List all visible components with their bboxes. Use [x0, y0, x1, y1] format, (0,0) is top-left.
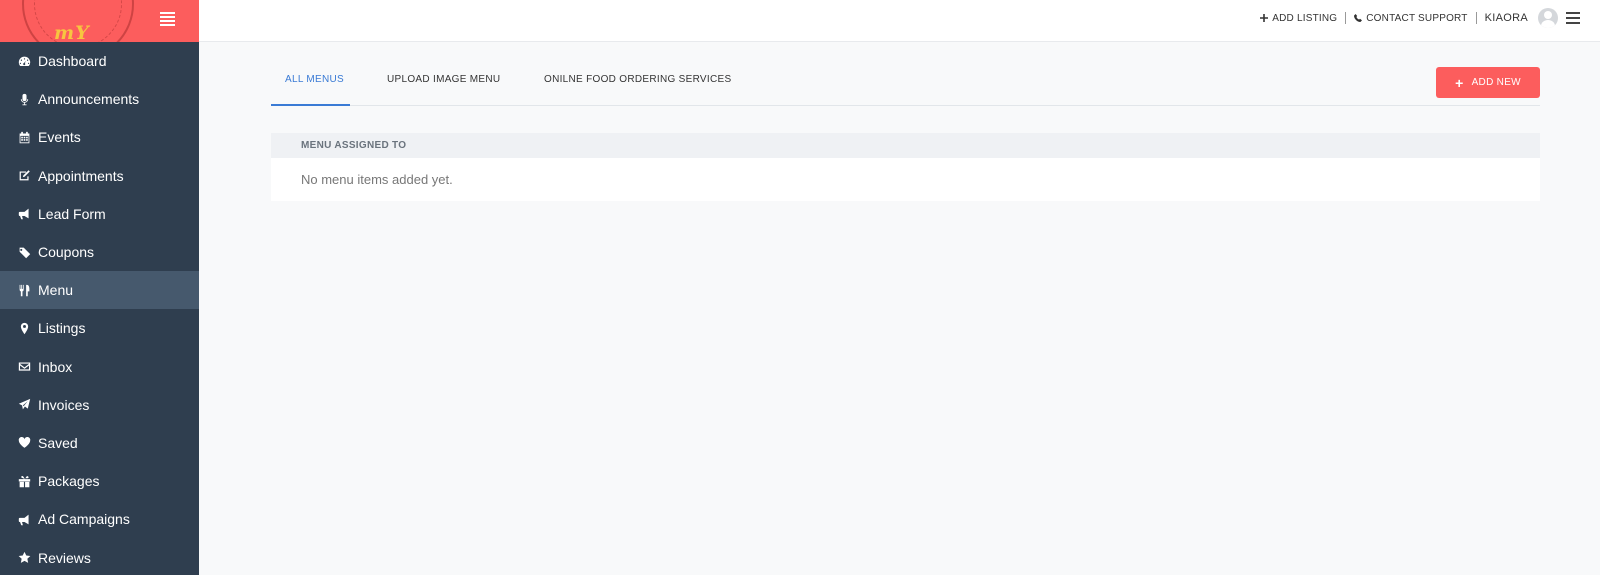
main-content: ALL MENUS UPLOAD IMAGE MENU ONILNE FOOD …	[271, 42, 1540, 201]
add-listing-label: ADD LISTING	[1272, 12, 1338, 24]
sidebar-item-label: Announcements	[38, 91, 140, 108]
sidebar-item-label: Menu	[38, 282, 74, 299]
sidebar-item-ad-campaigns[interactable]: Ad Campaigns	[0, 500, 199, 538]
sidebar-item-appointments[interactable]: Appointments	[0, 157, 199, 195]
username[interactable]: KIAORA	[1485, 12, 1528, 24]
sidebar-item-inbox[interactable]: Inbox	[0, 348, 199, 386]
sidebar-item-coupons[interactable]: Coupons	[0, 233, 199, 271]
tab-bar: ALL MENUS UPLOAD IMAGE MENU ONILNE FOOD …	[271, 42, 1540, 106]
add-listing-link[interactable]: ADD LISTING	[1260, 13, 1337, 24]
sidebar-item-packages[interactable]: Packages	[0, 462, 199, 500]
menu-table: MENU ASSIGNED TO No menu items added yet…	[271, 133, 1540, 201]
sidebar-item-label: Saved	[38, 434, 78, 451]
sidebar-item-label: Listings	[38, 320, 86, 337]
sidebar-item-label: Packages	[38, 473, 100, 490]
top-bar: ADD LISTING CONTACT SUPPORT KIAORA	[199, 0, 1600, 42]
calendar-icon	[17, 130, 31, 144]
divider	[1345, 12, 1347, 24]
top-bar-actions: ADD LISTING CONTACT SUPPORT KIAORA	[1260, 0, 1600, 36]
cutlery-icon	[17, 283, 31, 297]
empty-state-message: No menu items added yet.	[301, 172, 453, 187]
sidebar-item-listings[interactable]: Listings	[0, 309, 199, 347]
add-new-button[interactable]: + ADD NEW	[1436, 67, 1540, 98]
sidebar: mY Dashboard Announcements Events Appoin…	[0, 0, 199, 575]
sidebar-item-label: Dashboard	[38, 53, 107, 70]
bullhorn-icon	[17, 512, 31, 526]
sidebar-logo-header: mY	[0, 0, 199, 42]
sidebar-item-label: Lead Form	[38, 205, 106, 222]
star-icon	[17, 551, 31, 565]
gift-icon	[17, 474, 31, 488]
sidebar-item-dashboard[interactable]: Dashboard	[0, 42, 199, 80]
sidebar-item-reviews[interactable]: Reviews	[0, 538, 199, 575]
edit-icon	[17, 169, 31, 183]
sidebar-item-label: Events	[38, 129, 81, 146]
sidebar-item-announcements[interactable]: Announcements	[0, 80, 199, 118]
tab-online-food-ordering[interactable]: ONILNE FOOD ORDERING SERVICES	[544, 74, 731, 85]
add-new-label: ADD NEW	[1471, 77, 1521, 88]
heart-icon	[17, 436, 31, 450]
plus-icon: +	[1455, 74, 1464, 91]
sidebar-item-label: Inbox	[38, 358, 73, 375]
sidebar-nav: Dashboard Announcements Events Appointme…	[0, 42, 199, 575]
sidebar-item-label: Reviews	[38, 549, 91, 566]
sidebar-item-invoices[interactable]: Invoices	[0, 386, 199, 424]
sidebar-item-events[interactable]: Events	[0, 118, 199, 156]
sidebar-item-label: Ad Campaigns	[38, 511, 130, 528]
divider	[1475, 12, 1477, 24]
envelope-icon	[17, 360, 31, 374]
sidebar-item-label: Coupons	[38, 244, 95, 261]
paper-plane-icon	[17, 398, 31, 412]
plus-icon	[1260, 14, 1269, 22]
contact-support-link[interactable]: CONTACT SUPPORT	[1354, 13, 1467, 24]
tags-icon	[17, 245, 31, 259]
sidebar-item-label: Invoices	[38, 396, 90, 413]
contact-support-label: CONTACT SUPPORT	[1366, 12, 1468, 24]
sidebar-item-lead-form[interactable]: Lead Form	[0, 195, 199, 233]
sidebar-item-menu[interactable]: Menu	[0, 271, 199, 310]
tab-all-menus[interactable]: ALL MENUS	[285, 74, 344, 85]
sidebar-toggle-icon[interactable]	[160, 12, 175, 26]
dashboard-icon	[17, 54, 31, 68]
active-tab-indicator	[271, 104, 350, 106]
sidebar-item-saved[interactable]: Saved	[0, 424, 199, 462]
sidebar-item-label: Appointments	[38, 167, 124, 184]
microphone-icon	[17, 92, 31, 106]
table-header: MENU ASSIGNED TO	[271, 133, 1540, 158]
map-marker-icon	[17, 321, 31, 335]
hamburger-menu-icon[interactable]	[1566, 12, 1580, 24]
tab-upload-image-menu[interactable]: UPLOAD IMAGE MENU	[387, 74, 500, 85]
bullhorn-icon	[17, 207, 31, 221]
avatar[interactable]	[1538, 8, 1558, 28]
phone-icon	[1354, 14, 1363, 22]
logo[interactable]: mY	[54, 22, 90, 42]
